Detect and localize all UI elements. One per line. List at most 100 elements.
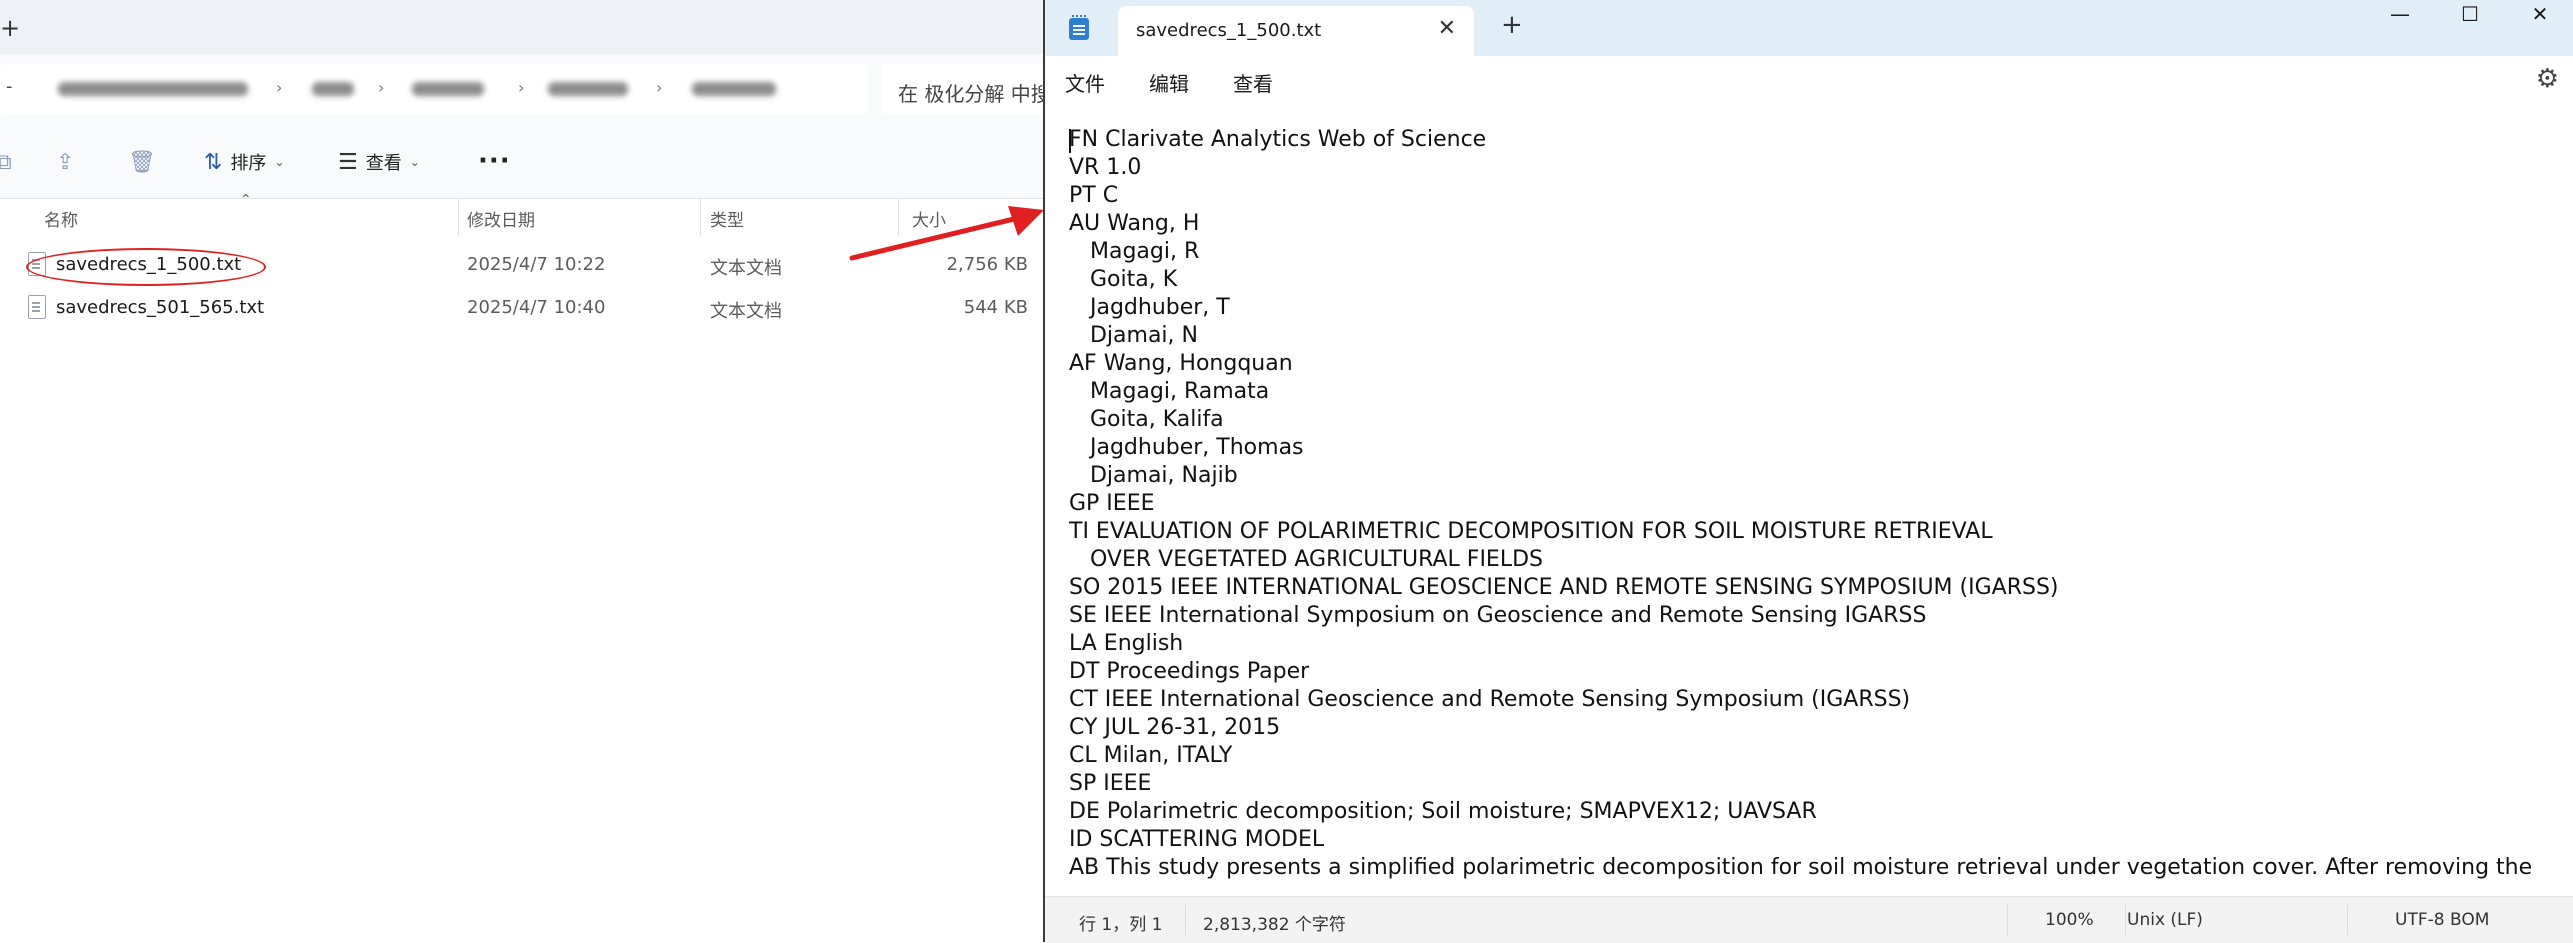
column-header-type[interactable]: 类型	[710, 206, 744, 231]
text-line: TI EVALUATION OF POLARIMETRIC DECOMPOSIT…	[1069, 519, 1993, 544]
tab-title: savedrecs_1_500.txt	[1136, 20, 1322, 41]
text-line: Goita, Kalifa	[1069, 407, 1224, 432]
text-editor-area[interactable]: FN Clarivate Analytics Web of Science VR…	[1045, 104, 2573, 896]
text-line: CY JUL 26-31, 2015	[1069, 715, 1281, 740]
status-divider	[1185, 905, 1186, 935]
column-divider[interactable]	[458, 198, 459, 236]
explorer-new-tab-button[interactable]: +	[0, 14, 20, 42]
sort-icon: ⇅	[204, 149, 223, 175]
view-button[interactable]: ☰ 查看 ⌄	[338, 146, 420, 178]
text-line: VR 1.0	[1069, 155, 1142, 180]
explorer-command-bar: ⧉ ⇪ 🗑 ⇅ 排序 ⌄ ☰ 查看 ⌄ ···	[0, 126, 1045, 199]
text-line: SP IEEE	[1069, 771, 1152, 796]
text-line: PT C	[1069, 183, 1119, 208]
status-divider	[2347, 905, 2348, 935]
red-highlight-ellipse	[26, 248, 266, 286]
status-divider	[2125, 905, 2126, 935]
text-line: GP IEEE	[1069, 491, 1155, 516]
line-ending[interactable]: Unix (LF)	[2127, 910, 2203, 930]
file-name: savedrecs_501_565.txt	[56, 297, 265, 318]
file-type: 文本文档	[710, 301, 782, 322]
file-date: 2025/4/7 10:22	[467, 254, 606, 275]
explorer-address-row: - › › › › 在 极化分解 中搜	[0, 54, 1045, 127]
text-line: AF Wang, Hongquan	[1069, 351, 1293, 376]
file-row[interactable]: savedrecs_501_565.txt 2025/4/7 10:40 文本文…	[0, 287, 1045, 329]
chevron-right-icon: ›	[656, 78, 663, 97]
chevron-right-icon: ›	[518, 78, 525, 97]
view-label: 查看	[365, 153, 402, 174]
zoom-level[interactable]: 100%	[2045, 910, 2094, 930]
share-icon[interactable]: ⇪	[56, 150, 74, 175]
file-type: 文本文档	[710, 258, 782, 279]
encoding[interactable]: UTF-8 BOM	[2395, 910, 2489, 930]
close-window-button[interactable]: ✕	[2505, 0, 2573, 30]
text-caret	[1069, 129, 1071, 153]
character-count: 2,813,382 个字符	[1203, 915, 1346, 935]
blurred-breadcrumb[interactable]	[412, 82, 484, 96]
notepad-window: savedrecs_1_500.txt ✕ + — ☐ ✕ 文件 编辑 查看 ⚙…	[1043, 0, 2573, 943]
text-line: SO 2015 IEEE INTERNATIONAL GEOSCIENCE AN…	[1069, 575, 2059, 600]
chevron-down-icon: ⌄	[274, 155, 285, 169]
blurred-breadcrumb[interactable]	[548, 82, 628, 96]
delete-icon[interactable]: 🗑	[128, 150, 156, 175]
close-tab-icon[interactable]: ✕	[1438, 16, 1456, 41]
text-line: ID SCATTERING MODEL	[1069, 827, 1325, 852]
chevron-right-icon: ›	[378, 78, 385, 97]
notepad-status-bar: 行 1，列 1 2,813,382 个字符 100% Unix (LF) UTF…	[1045, 896, 2573, 943]
text-line: Jagdhuber, Thomas	[1069, 435, 1304, 460]
text-line: Magagi, R	[1069, 239, 1200, 264]
sort-ascending-icon: ⌃	[240, 192, 252, 208]
text-line: Jagdhuber, T	[1069, 295, 1230, 320]
notepad-app-icon	[1069, 15, 1089, 40]
column-header-name[interactable]: 名称	[44, 206, 78, 231]
document-lines: FN Clarivate Analytics Web of Science VR…	[1069, 126, 2532, 882]
arrow-head	[1008, 206, 1044, 236]
text-line: AU Wang, H	[1069, 211, 1200, 236]
chevron-down-icon: ⌄	[409, 155, 420, 169]
column-header-date[interactable]: 修改日期	[467, 206, 535, 231]
search-placeholder: 在 极化分解 中搜	[898, 82, 1045, 106]
address-bar[interactable]: - › › › ›	[0, 64, 868, 114]
explorer-search-box[interactable]: 在 极化分解 中搜	[882, 64, 1045, 114]
settings-gear-icon[interactable]: ⚙	[2536, 64, 2559, 94]
text-line: SE IEEE International Symposium on Geosc…	[1069, 603, 1927, 628]
red-annotation-arrow	[849, 206, 1044, 261]
cursor-position: 行 1，列 1	[1079, 915, 1163, 935]
file-size: 544 KB	[963, 297, 1028, 318]
copy-icon[interactable]: ⧉	[0, 150, 12, 175]
text-line: FN Clarivate Analytics Web of Science	[1069, 127, 1487, 152]
text-line: CL Milan, ITALY	[1069, 743, 1233, 768]
list-view-icon: ☰	[338, 149, 358, 175]
sort-label: 排序	[230, 153, 267, 174]
menu-edit[interactable]: 编辑	[1149, 68, 1189, 97]
status-divider	[2007, 905, 2008, 935]
blurred-breadcrumb[interactable]	[312, 82, 354, 96]
maximize-button[interactable]: ☐	[2435, 0, 2505, 30]
blurred-breadcrumb[interactable]	[58, 82, 248, 96]
arrow-shaft	[849, 215, 1021, 261]
more-options-button[interactable]: ···	[478, 146, 511, 176]
notepad-tab-active[interactable]: savedrecs_1_500.txt ✕	[1118, 6, 1474, 56]
menu-file[interactable]: 文件	[1065, 68, 1105, 97]
explorer-tab-bar: +	[0, 0, 1045, 54]
new-tab-button[interactable]: +	[1501, 10, 1523, 40]
text-line: CT IEEE International Geoscience and Rem…	[1069, 687, 1911, 712]
text-line: OVER VEGETATED AGRICULTURAL FIELDS	[1069, 547, 1543, 572]
file-date: 2025/4/7 10:40	[467, 297, 606, 318]
chevron-right-icon: ›	[276, 78, 283, 97]
blurred-breadcrumb[interactable]	[692, 82, 776, 96]
text-line: Djamai, N	[1069, 323, 1198, 348]
text-line: LA English	[1069, 631, 1184, 656]
minimize-button[interactable]: —	[2365, 0, 2435, 30]
text-line: Magagi, Ramata	[1069, 379, 1270, 404]
notepad-title-bar: savedrecs_1_500.txt ✕ + — ☐ ✕	[1045, 0, 2573, 56]
text-line: Goita, K	[1069, 267, 1178, 292]
notepad-menu-bar: 文件 编辑 查看 ⚙	[1045, 56, 2573, 105]
text-line: AB This study presents a simplified pola…	[1069, 855, 2533, 880]
file-explorer-window: + - › › › › 在 极化分解 中搜 ⧉ ⇪ 🗑 ⇅ 排序 ⌄ ☰ 查看 …	[0, 0, 1045, 942]
text-line: DE Polarimetric decomposition; Soil mois…	[1069, 799, 1817, 824]
sort-button[interactable]: ⇅ 排序 ⌄	[204, 146, 285, 178]
address-dash-icon: -	[6, 76, 13, 97]
column-divider[interactable]	[700, 198, 701, 236]
menu-view[interactable]: 查看	[1233, 68, 1273, 97]
